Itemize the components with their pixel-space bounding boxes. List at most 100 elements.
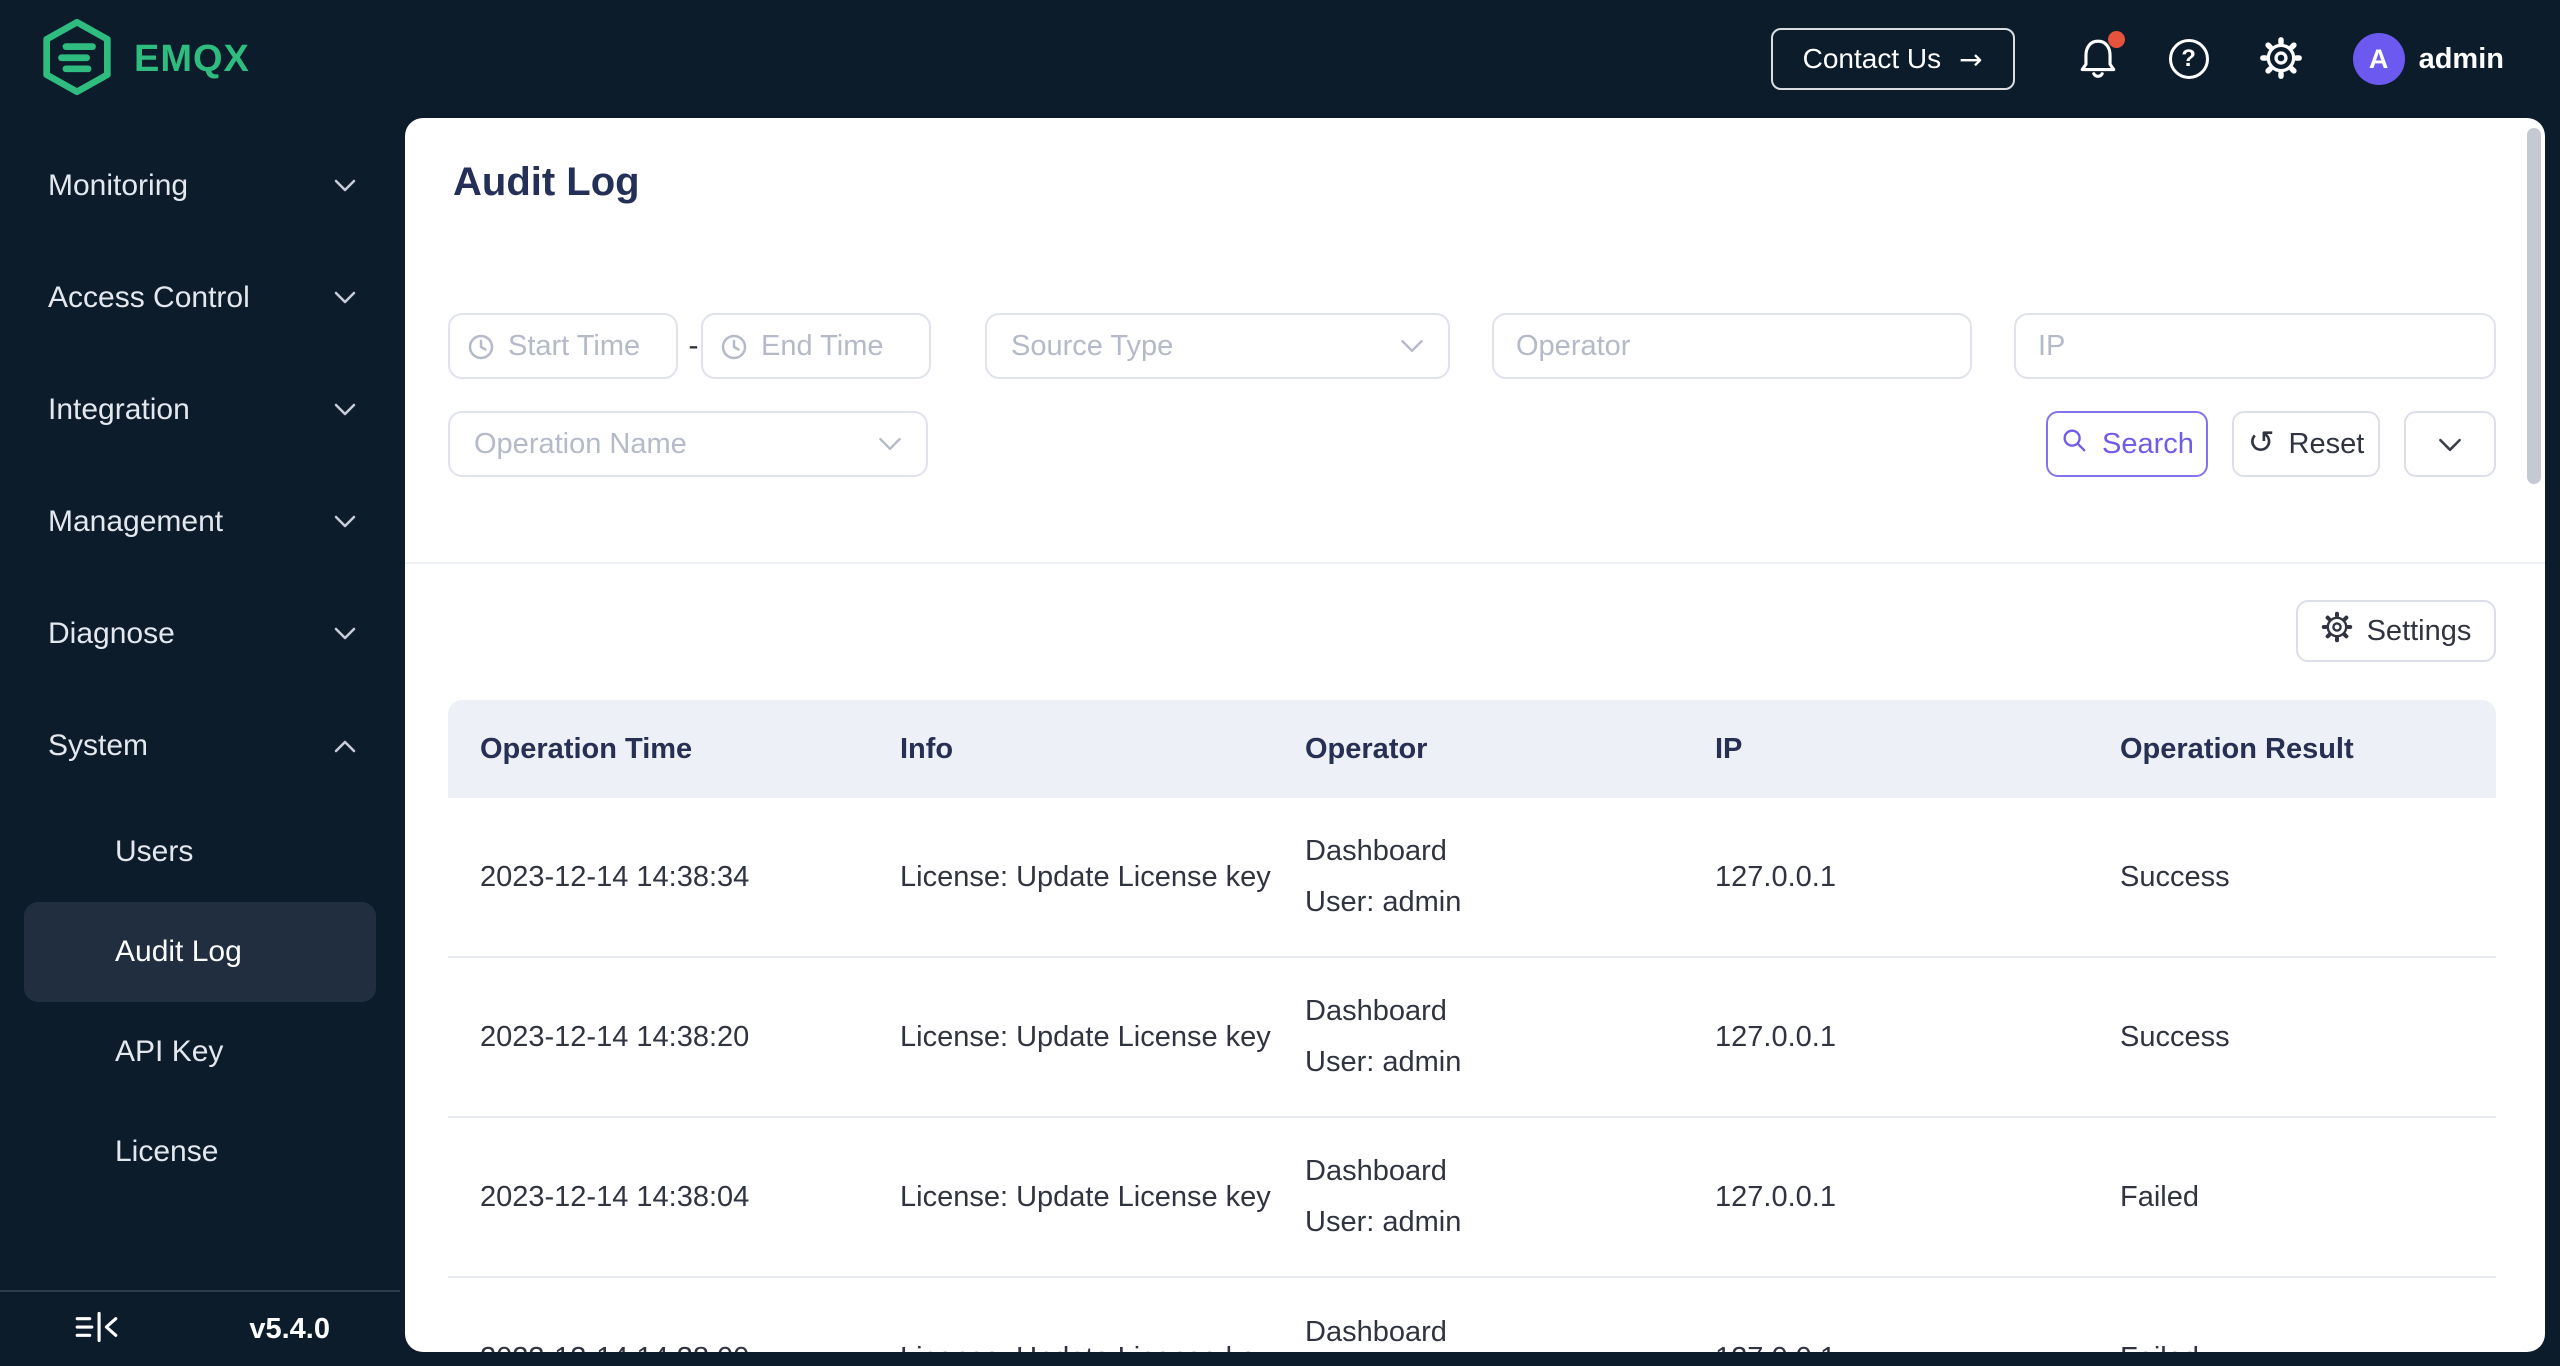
reset-button[interactable]: ↺ Reset [2232, 411, 2380, 477]
sidebar-item-license[interactable]: License [24, 1102, 376, 1202]
sidebar-item-access-control[interactable]: Access Control [0, 242, 400, 354]
gear-icon [2259, 36, 2303, 83]
sidebar-item-diagnose[interactable]: Diagnose [0, 578, 400, 690]
sidebar-item-label: Access Control [48, 281, 250, 314]
avatar-initial: A [2368, 43, 2389, 74]
sidebar-item-label: System [48, 729, 149, 762]
chevron-down-icon [334, 627, 356, 641]
search-button[interactable]: Search [2046, 411, 2208, 477]
end-time-input[interactable] [701, 313, 931, 379]
settings-label: Settings [2366, 614, 2472, 647]
operator-user: User: admin [1305, 1206, 1462, 1238]
operation-name-placeholder: Operation Name [474, 427, 687, 460]
chevron-down-icon [1400, 339, 1424, 354]
chevron-down-icon [334, 403, 356, 417]
source-type-select[interactable]: Source Type [985, 313, 1450, 379]
sidebar-subitem-label: Users [115, 835, 194, 868]
info-text: License: Update License key [900, 1333, 1273, 1352]
column-header-operation-time: Operation Time [480, 732, 693, 765]
contact-us-button[interactable]: Contact Us → [1770, 28, 2015, 90]
operator-source: Dashboard [1305, 995, 1447, 1028]
result-cell: Success [2120, 1020, 2230, 1053]
help-icon: ? [2168, 39, 2209, 79]
result-cell: Failed [2120, 1180, 2199, 1213]
ip-input[interactable] [2014, 313, 2496, 379]
operator-cell: Dashboard User: admin [1273, 826, 1683, 928]
page-title: Audit Log [453, 160, 640, 204]
table-row: 2023-12-14 14:38:20 License: Update Lice… [448, 958, 2496, 1118]
scrollbar-thumb[interactable] [2527, 128, 2541, 484]
sidebar-item-management[interactable]: Management [0, 466, 400, 578]
table-settings-button[interactable]: Settings [2296, 600, 2496, 662]
operation-time-cell: 2023-12-14 14:38:20 [480, 1020, 750, 1053]
notification-badge [2107, 30, 2125, 48]
info-cell: License: Update License key [868, 852, 1273, 903]
operator-input[interactable] [1492, 313, 1972, 379]
info-cell: License: Update License key [868, 1172, 1273, 1223]
table-row: 2023-12-14 14:38:00 License: Update Lice… [448, 1278, 2496, 1352]
sidebar-nav: Monitoring Access Control Integration Ma… [0, 118, 400, 1366]
sidebar-item-label: Diagnose [48, 617, 175, 650]
version-label: v5.4.0 [249, 1312, 330, 1345]
column-header-operation-result: Operation Result [2120, 732, 2354, 765]
operator-cell: Dashboard User: admin [1273, 1307, 1683, 1352]
info-text: License: Update License key [900, 1180, 1271, 1213]
operator-source: Dashboard [1305, 1316, 1447, 1349]
emqx-logo[interactable]: EMQX [40, 18, 250, 101]
ip-cell: 127.0.0.1 [1715, 1020, 1836, 1053]
chevron-down-icon [878, 437, 902, 452]
chevron-down-icon [334, 515, 356, 529]
user-avatar[interactable]: A [2352, 33, 2405, 85]
ip-cell: 127.0.0.1 [1715, 860, 1836, 893]
chevron-up-icon [334, 739, 356, 753]
sidebar-item-api-key[interactable]: API Key [24, 1002, 376, 1102]
brand-name: EMQX [134, 37, 250, 80]
contact-us-label: Contact Us [1802, 43, 1942, 74]
gear-icon [2321, 611, 2353, 651]
sidebar-item-integration[interactable]: Integration [0, 354, 400, 466]
top-navbar: EMQX Contact Us → ? A admin [0, 0, 2560, 118]
sidebar-subitem-label: API Key [115, 1035, 224, 1068]
table-header-row: Operation Time Info Operator IP Operatio… [448, 700, 2496, 798]
sidebar-item-monitoring[interactable]: Monitoring [0, 130, 400, 242]
emqx-hexagon-icon [40, 18, 114, 101]
chevron-down-icon [334, 291, 356, 305]
operator-source: Dashboard [1305, 1155, 1447, 1188]
operation-time-cell: 2023-12-14 14:38:00 [448, 1342, 868, 1353]
ip-cell: 127.0.0.1 [1683, 1342, 2088, 1353]
search-label: Search [2102, 427, 2194, 460]
result-cell: Success [2120, 860, 2230, 893]
date-range-separator: - [688, 329, 699, 362]
username[interactable]: admin [2419, 43, 2504, 76]
sidebar-item-system[interactable]: System [0, 690, 400, 802]
info-text: License: Update License key [900, 1020, 1271, 1053]
notifications-button[interactable] [2077, 30, 2125, 83]
settings-menu-button[interactable] [2259, 36, 2303, 83]
sidebar-subitem-label: License [115, 1135, 219, 1168]
audit-log-table: Operation Time Info Operator IP Operatio… [448, 700, 2496, 1352]
reset-icon: ↺ [2247, 423, 2275, 461]
chevron-down-icon [2438, 428, 2462, 461]
column-header-ip: IP [1715, 732, 1743, 765]
operator-user: User: admin [1305, 886, 1462, 918]
sidebar-item-users[interactable]: Users [24, 802, 376, 902]
table-row: 2023-12-14 14:38:04 License: Update Lice… [448, 1118, 2496, 1278]
sidebar-item-audit-log[interactable]: Audit Log [24, 902, 376, 1002]
chevron-down-icon [334, 179, 356, 193]
end-time-field [701, 313, 931, 379]
reset-label: Reset [2288, 427, 2365, 460]
operator-user: User: admin [1305, 1046, 1462, 1078]
start-time-input[interactable] [448, 313, 678, 379]
ip-field [2014, 313, 2496, 379]
result-cell: Failed [2088, 1342, 2496, 1353]
expand-filters-button[interactable] [2404, 411, 2496, 477]
operator-cell: Dashboard User: admin [1273, 1146, 1683, 1248]
arrow-right-icon: → [1959, 42, 1983, 76]
sidebar-item-label: Monitoring [48, 169, 189, 202]
question-mark: ? [2181, 45, 2196, 72]
column-header-info: Info [900, 732, 954, 765]
operation-time-cell: 2023-12-14 14:38:34 [480, 860, 750, 893]
help-button[interactable]: ? [2168, 39, 2209, 79]
operation-name-select[interactable]: Operation Name [448, 411, 928, 477]
collapse-sidebar-button[interactable] [72, 1310, 122, 1349]
